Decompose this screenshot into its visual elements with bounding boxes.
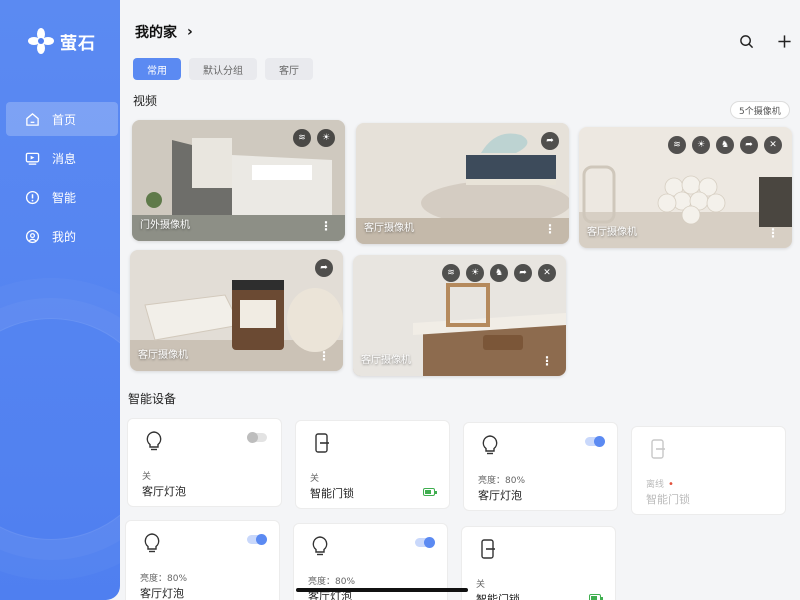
camera-actions: ≋ ☀ xyxy=(293,129,335,147)
devices-section-title: 智能设备 xyxy=(128,392,177,406)
home-icon xyxy=(24,111,40,127)
device-name: 智能门锁 xyxy=(476,593,520,600)
device-name: 客厅灯泡 xyxy=(142,485,186,498)
group-tabs: 常用 默认分组 客厅 xyxy=(133,58,313,80)
wifi-icon[interactable]: ≋ xyxy=(293,129,311,147)
more-icon[interactable]: ⋮ xyxy=(544,222,556,236)
wifi-icon[interactable]: ≋ xyxy=(668,136,686,154)
sidebar-item-label: 智能 xyxy=(52,190,77,205)
sidebar-item-label: 首页 xyxy=(52,112,77,127)
device-name: 客厅灯泡 xyxy=(140,587,184,600)
device-state: 关 xyxy=(142,472,152,482)
brightness-icon[interactable]: ☀ xyxy=(317,129,335,147)
camera-name: 门外摄像机 xyxy=(140,220,190,231)
profile-icon xyxy=(24,228,40,244)
video-section-title: 视频 xyxy=(133,94,158,108)
door-lock-icon xyxy=(481,539,495,559)
device-card-bulb[interactable]: 亮度：80% 客厅灯泡 xyxy=(463,422,618,511)
device-name: 智能门锁 xyxy=(310,487,354,500)
brightness-icon[interactable]: ☀ xyxy=(692,136,710,154)
share-icon[interactable]: ➦ xyxy=(315,259,333,277)
power-toggle[interactable] xyxy=(247,432,267,443)
plus-icon xyxy=(777,34,791,48)
sidebar-item-label: 我的 xyxy=(52,229,77,244)
wifi-icon[interactable]: ≋ xyxy=(442,264,460,282)
sidebar-item-messages[interactable]: 消息 xyxy=(0,141,120,175)
power-toggle[interactable] xyxy=(585,436,605,447)
door-lock-icon xyxy=(651,439,665,459)
camera-card-door[interactable]: ≋ ☀ 门外摄像机 ⋮ xyxy=(132,120,345,241)
battery-icon xyxy=(589,594,603,600)
device-state: 亮度：80% xyxy=(140,574,188,584)
device-state: 离线 • xyxy=(646,479,674,490)
device-card-lock[interactable]: 关 智能门锁 xyxy=(461,526,616,600)
sidebar-nav: 首页 消息 智能 我的 xyxy=(0,102,120,258)
camera-actions: ➦ xyxy=(315,259,333,277)
smart-icon xyxy=(24,189,40,205)
more-icon[interactable]: ⋮ xyxy=(541,354,553,368)
share-icon[interactable]: ➦ xyxy=(740,136,758,154)
fluorite-logo-icon xyxy=(28,28,54,54)
more-icon[interactable]: ⋮ xyxy=(320,219,332,233)
camera-card-living-4[interactable]: ≋ ☀ ♞ ➦ ✕ 客厅摄像机 ⋮ xyxy=(353,255,566,376)
bulb-icon xyxy=(482,435,498,455)
camera-name: 客厅摄像机 xyxy=(587,227,637,238)
motion-icon[interactable]: ♞ xyxy=(490,264,508,282)
battery-icon xyxy=(423,488,437,496)
bulb-icon xyxy=(144,533,160,553)
tab-living-room[interactable]: 客厅 xyxy=(265,58,313,80)
device-card-lock[interactable]: 关 智能门锁 xyxy=(295,420,450,509)
device-name: 客厅灯泡 xyxy=(478,489,522,502)
add-button[interactable] xyxy=(775,32,793,50)
home-selector[interactable]: 我的家 › xyxy=(135,22,193,42)
close-icon[interactable]: ✕ xyxy=(764,136,782,154)
camera-name: 客厅摄像机 xyxy=(361,355,411,366)
camera-actions: ≋ ☀ ♞ ➦ ✕ xyxy=(442,264,556,282)
more-icon[interactable]: ⋮ xyxy=(767,226,779,240)
tab-common[interactable]: 常用 xyxy=(133,58,181,80)
home-indicator[interactable] xyxy=(296,588,468,592)
device-state: 关 xyxy=(476,580,486,590)
camera-count-button[interactable]: 5个摄像机 xyxy=(730,101,790,119)
bulb-icon xyxy=(146,431,162,451)
camera-actions: ➦ xyxy=(541,132,559,150)
sidebar-item-label: 消息 xyxy=(52,151,77,166)
sidebar-item-home[interactable]: 首页 xyxy=(6,102,118,136)
logo-text: 萤石 xyxy=(60,33,96,54)
device-state: 亮度：80% xyxy=(478,476,526,486)
search-button[interactable] xyxy=(737,32,755,50)
more-icon[interactable]: ⋮ xyxy=(318,349,330,363)
camera-name: 客厅摄像机 xyxy=(364,223,414,234)
door-lock-icon xyxy=(315,433,329,453)
camera-name: 客厅摄像机 xyxy=(138,350,188,361)
device-card-bulb[interactable]: 亮度：80% 客厅灯泡 xyxy=(125,520,280,600)
offline-dot: • xyxy=(668,479,674,490)
tab-default-group[interactable]: 默认分组 xyxy=(189,58,257,80)
message-icon xyxy=(24,150,40,166)
close-icon[interactable]: ✕ xyxy=(538,264,556,282)
device-card-lock-offline[interactable]: 离线 • 智能门锁 xyxy=(631,426,786,515)
share-icon[interactable]: ➦ xyxy=(541,132,559,150)
power-toggle[interactable] xyxy=(247,534,267,545)
device-card-bulb[interactable]: 关 客厅灯泡 xyxy=(127,418,282,507)
device-state: 亮度：80% xyxy=(308,577,356,587)
camera-card-living-1[interactable]: ➦ 客厅摄像机 ⋮ xyxy=(356,123,569,244)
device-state: 关 xyxy=(310,474,320,484)
app-logo: 萤石 xyxy=(28,28,96,54)
power-toggle[interactable] xyxy=(415,537,435,548)
share-icon[interactable]: ➦ xyxy=(514,264,532,282)
camera-card-living-2[interactable]: ≋ ☀ ♞ ➦ ✕ 客厅摄像机 ⋮ xyxy=(579,127,792,248)
camera-card-living-3[interactable]: ➦ 客厅摄像机 ⋮ xyxy=(130,250,343,371)
device-name: 智能门锁 xyxy=(646,493,690,506)
motion-icon[interactable]: ♞ xyxy=(716,136,734,154)
brightness-icon[interactable]: ☀ xyxy=(466,264,484,282)
sidebar-item-smart[interactable]: 智能 xyxy=(0,180,120,214)
camera-actions: ≋ ☀ ♞ ➦ ✕ xyxy=(668,136,782,154)
page-title: 我的家 xyxy=(135,25,177,41)
sidebar-item-profile[interactable]: 我的 xyxy=(0,219,120,253)
chevron-right-icon: › xyxy=(187,24,193,40)
bulb-icon xyxy=(312,536,328,556)
search-icon xyxy=(739,34,753,48)
sidebar: 萤石 首页 消息 智能 我的 xyxy=(0,0,120,600)
